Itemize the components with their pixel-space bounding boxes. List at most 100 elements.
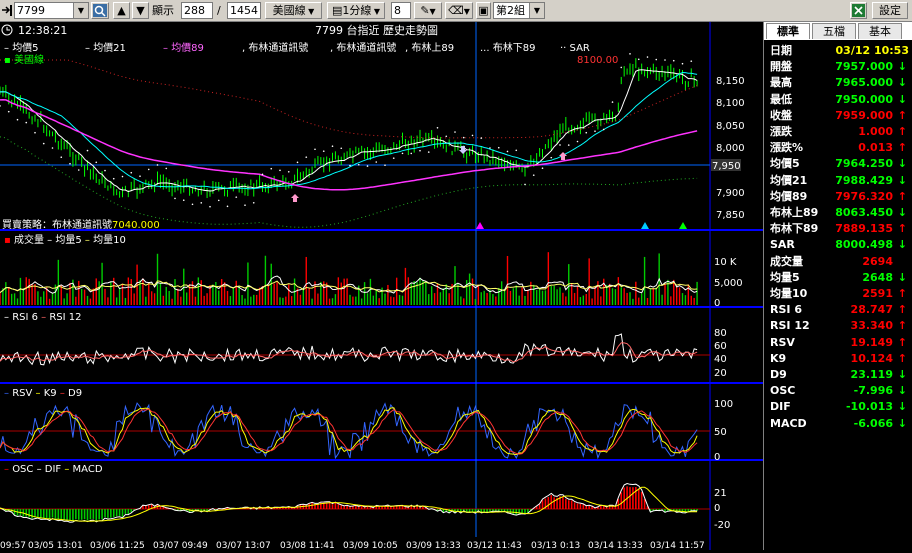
sar-dot bbox=[7, 110, 10, 113]
quote-value: -10.013 bbox=[845, 400, 893, 414]
sar-dot bbox=[69, 162, 71, 165]
quote-value: 7976.320 bbox=[835, 189, 893, 203]
group-select[interactable]: 第2組 ▼ bbox=[493, 2, 545, 19]
legend-sar: ·· SAR bbox=[560, 43, 590, 54]
time-label: 03/06 11:25 bbox=[90, 541, 145, 550]
quote-row: 均量5 2648 ↓ bbox=[764, 270, 912, 286]
rsi-tick: 20 bbox=[714, 368, 727, 379]
quote-row: 均價21 7988.429 ↓ bbox=[764, 173, 912, 189]
legend-boll-up: , 布林上89 bbox=[405, 41, 454, 54]
period-select[interactable]: 8 bbox=[391, 2, 411, 19]
quote-value: 8063.450 bbox=[835, 206, 893, 219]
draw-line-dropdown[interactable]: ✎▼ bbox=[414, 2, 442, 19]
quote-value: 0.013 bbox=[858, 141, 893, 155]
excel-export-button[interactable] bbox=[850, 2, 867, 19]
rsi-tick: 80 bbox=[714, 328, 727, 339]
chevron-down-icon: ▼ bbox=[73, 3, 88, 18]
quote-label: MACD bbox=[770, 416, 807, 430]
sar-dot bbox=[646, 56, 649, 58]
quote-row: MACD -6.066 ↓ bbox=[764, 416, 912, 432]
eraser-dropdown[interactable]: ⌫▼ bbox=[445, 2, 473, 19]
ma89-line bbox=[0, 99, 698, 191]
quote-row: 漲跌 1.000 ↑ bbox=[764, 124, 912, 140]
scroll-up-button[interactable]: ▲ bbox=[113, 2, 130, 19]
time-label: 03/14 13:33 bbox=[588, 541, 643, 550]
legend-volume: ▪ 成交量 – 均量5 – 均量10 bbox=[4, 233, 126, 246]
sar-dot bbox=[392, 157, 395, 159]
time-label: 03/08 11:41 bbox=[280, 541, 335, 550]
chart-area[interactable]: 12:38:21 7799 台指近 歷史走勢圖 8100.00 7,950 – … bbox=[0, 22, 763, 551]
sar-dot bbox=[165, 167, 168, 170]
layout-button[interactable]: ▣ bbox=[476, 2, 491, 19]
time-label: 03/05 13:01 bbox=[28, 541, 83, 550]
quote-label: 布林上89 bbox=[770, 206, 819, 219]
time-label: 03/07 13:07 bbox=[216, 541, 271, 550]
quote-value: 28.747 bbox=[850, 303, 893, 317]
sar-dot bbox=[42, 142, 45, 145]
sar-dot bbox=[25, 121, 28, 124]
settings-button[interactable]: 設定 bbox=[872, 2, 908, 19]
period-value: 8 bbox=[394, 4, 401, 17]
quote-value: 1.000 bbox=[858, 125, 893, 138]
quote-row: SAR 8000.498 ↓ bbox=[764, 237, 912, 253]
sar-dot bbox=[585, 131, 588, 134]
sar-dot bbox=[602, 128, 605, 131]
quote-label: 均量5 bbox=[770, 270, 800, 284]
scroll-down-button[interactable]: ▼ bbox=[132, 2, 149, 19]
legend-rsi: – RSI 6 – RSI 12 bbox=[4, 312, 82, 323]
arrow-down-icon: ↓ bbox=[897, 416, 907, 430]
macd-tick: 21 bbox=[714, 488, 727, 499]
sar-dot bbox=[427, 151, 430, 153]
sar-dot bbox=[130, 171, 133, 174]
show-count-input[interactable]: 288 bbox=[181, 2, 213, 19]
quote-value: 23.119 bbox=[850, 368, 893, 381]
quote-value: 7964.250 bbox=[835, 157, 893, 171]
quote-label: 漲跌% bbox=[770, 141, 804, 155]
quote-label: 日期 bbox=[770, 44, 792, 57]
rsi-tick: 60 bbox=[714, 341, 727, 352]
sar-dot bbox=[331, 145, 334, 148]
tab-five-level[interactable]: 五檔 bbox=[812, 23, 856, 39]
quote-value: 33.340 bbox=[850, 319, 893, 333]
sar-dot bbox=[279, 169, 281, 172]
market-dropdown[interactable]: 美國線 ▼ bbox=[265, 2, 322, 19]
volume-panel bbox=[0, 252, 698, 305]
arrow-up-icon: ↑ bbox=[897, 319, 907, 333]
quote-value: 8000.498 bbox=[835, 238, 893, 252]
sar-dot bbox=[655, 58, 658, 61]
quote-label: 成交量 bbox=[770, 254, 803, 268]
sar-dot bbox=[366, 165, 369, 167]
volume-tick: 0 bbox=[714, 298, 720, 309]
sar-dot bbox=[454, 131, 456, 133]
sar-dot bbox=[664, 59, 666, 61]
quote-label: RSI 12 bbox=[770, 319, 810, 333]
sar-dot bbox=[541, 167, 544, 170]
symbol-select[interactable]: 7799 ▼ bbox=[14, 2, 89, 19]
bollinger-upper-line bbox=[0, 59, 698, 139]
quote-label: 漲跌 bbox=[770, 125, 792, 138]
arrow-down-icon: ↓ bbox=[897, 92, 907, 106]
search-button[interactable] bbox=[91, 2, 109, 19]
quote-value: 03/12 10:53 bbox=[835, 44, 909, 57]
arrow-in-icon[interactable] bbox=[1, 2, 13, 19]
sar-dot bbox=[620, 66, 623, 69]
legend-ma5: – 均價5 bbox=[4, 41, 39, 54]
time-label: 03/09 13:33 bbox=[406, 541, 461, 550]
quote-value: 7965.000 bbox=[835, 76, 893, 90]
tab-standard[interactable]: 標準 bbox=[766, 23, 810, 39]
boll-signal-icon bbox=[641, 222, 649, 229]
sar-dot bbox=[104, 169, 106, 172]
sar-dot bbox=[121, 175, 124, 178]
quote-row: 最低 7950.000 ↓ bbox=[764, 92, 912, 108]
group-value: 第2組 bbox=[496, 4, 525, 17]
history-chart[interactable]: 12:38:21 7799 台指近 歷史走勢圖 8100.00 7,950 – … bbox=[0, 22, 763, 551]
sar-dot bbox=[60, 156, 63, 159]
volume-tick: 5,000 bbox=[714, 278, 743, 289]
quote-label: RSV bbox=[770, 335, 795, 349]
tab-basic[interactable]: 基本 bbox=[858, 23, 902, 39]
interval-dropdown[interactable]: ▤1分線 ▼ bbox=[327, 2, 385, 19]
sar-dot bbox=[690, 60, 693, 62]
arrow-up-icon: ↑ bbox=[897, 108, 907, 122]
quote-value: 2694 bbox=[862, 254, 893, 268]
arrow-up-icon: ↑ bbox=[897, 287, 907, 300]
